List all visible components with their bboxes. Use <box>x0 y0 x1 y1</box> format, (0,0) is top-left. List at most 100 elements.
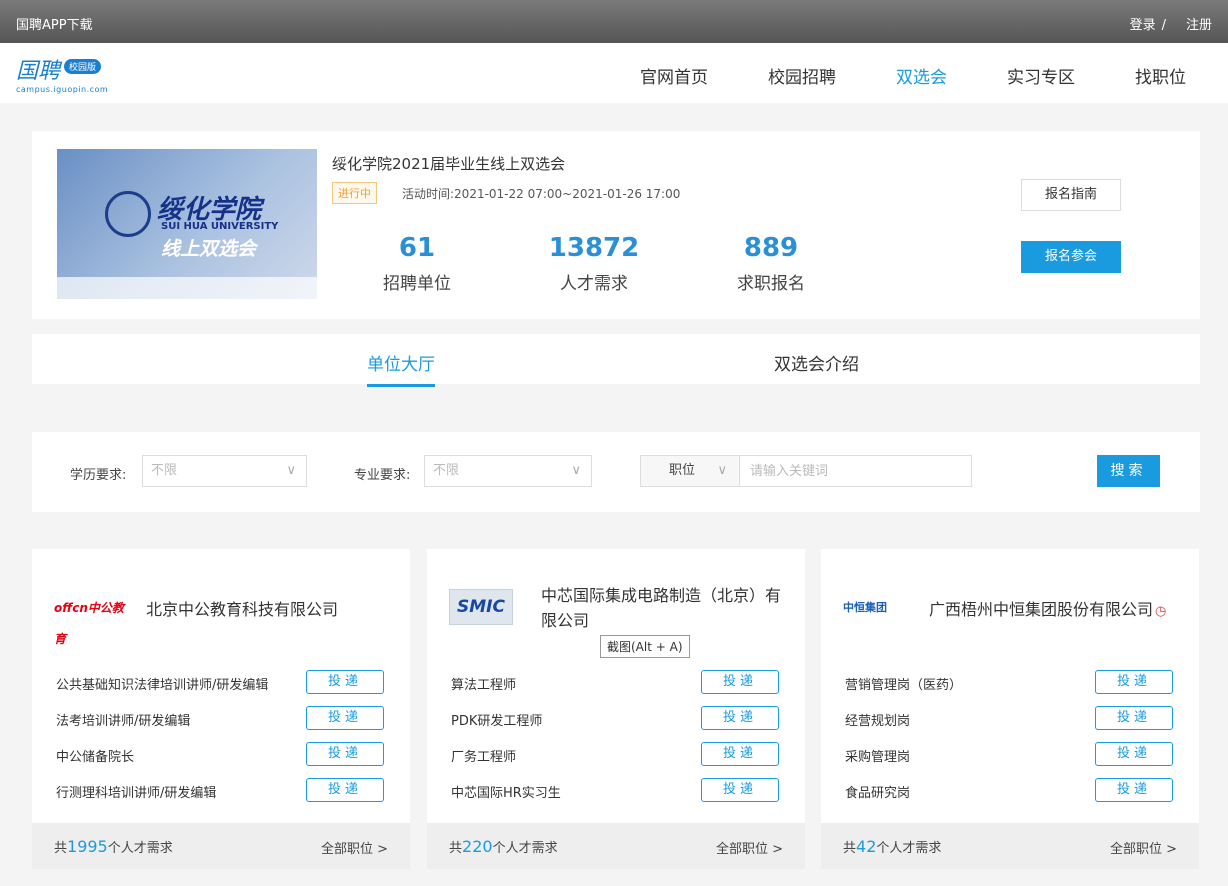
job-title[interactable]: 经营规划岗 <box>845 710 910 729</box>
company-name-text: 广西梧州中恒集团股份有限公司 <box>929 600 1154 619</box>
status-badge: 进行中 <box>332 182 377 204</box>
apply-button[interactable]: 投递 <box>306 778 384 802</box>
job-title[interactable]: 行测理科培训讲师/研发编辑 <box>56 782 216 801</box>
apply-button[interactable]: 投递 <box>701 742 779 766</box>
job-title[interactable]: PDK研发工程师 <box>451 710 542 729</box>
banner-school-en: SUI HUA UNIVERSITY <box>161 221 279 232</box>
company-logo: 中恒集团 <box>843 593 923 623</box>
tab-fair-intro[interactable]: 双选会介绍 <box>774 350 859 375</box>
job-title[interactable]: 营销管理岗（医药） <box>845 674 962 693</box>
demand-prefix: 共 <box>449 841 463 856</box>
chevron-down-icon: ∨ <box>571 463 581 478</box>
chevron-down-icon: ∨ <box>286 463 296 478</box>
nav-item-home[interactable]: 官网首页 <box>640 63 708 88</box>
job-row: 算法工程师 投递 <box>451 670 781 694</box>
all-jobs-link[interactable]: 全部职位 > <box>1110 838 1177 857</box>
company-card: 中恒集团 广西梧州中恒集团股份有限公司 ◷ 营销管理岗（医药） 投递 经营规划岗 … <box>821 549 1199 869</box>
stat-value: 13872 <box>548 233 640 263</box>
top-bar: 国聘APP下载 登录 / 注册 <box>0 0 1228 43</box>
company-name[interactable]: 北京中公教育科技有限公司 <box>146 597 386 622</box>
company-footer: 共220个人才需求 全部职位 > <box>427 823 805 869</box>
job-row: 厂务工程师 投递 <box>451 742 781 766</box>
job-title[interactable]: 食品研究岗 <box>845 782 910 801</box>
job-row: 食品研究岗 投递 <box>845 778 1175 802</box>
apply-button[interactable]: 投递 <box>306 742 384 766</box>
event-banner: 绥化学院 SUI HUA UNIVERSITY 线上双选会 <box>57 149 317 299</box>
event-panel: 绥化学院 SUI HUA UNIVERSITY 线上双选会 绥化学院2021届毕… <box>32 131 1200 319</box>
all-jobs-link[interactable]: 全部职位 > <box>321 838 388 857</box>
major-label: 专业要求: <box>354 468 411 483</box>
apply-button[interactable]: 投递 <box>1095 706 1173 730</box>
apply-button[interactable]: 投递 <box>701 778 779 802</box>
apply-button[interactable]: 投递 <box>701 670 779 694</box>
stat-label: 招聘单位 <box>383 274 451 294</box>
search-type-select[interactable]: 职位 ∨ <box>640 455 740 487</box>
logo-url: campus.iguopin.com <box>16 85 109 94</box>
banner-footer-strip <box>57 277 317 299</box>
apply-button[interactable]: 投递 <box>306 670 384 694</box>
clock-icon: ◷ <box>1155 604 1167 619</box>
content-tabs: 单位大厅 双选会介绍 <box>32 334 1200 387</box>
education-select[interactable]: 不限 ∨ <box>142 455 307 487</box>
apply-button[interactable]: 投递 <box>1095 778 1173 802</box>
job-row: 营销管理岗（医药） 投递 <box>845 670 1175 694</box>
offcn-logo-text: offcn中公教育 <box>54 601 124 646</box>
nav-item-internship[interactable]: 实习专区 <box>1007 63 1075 88</box>
site-logo[interactable]: 国聘 校园版 campus.iguopin.com <box>16 53 109 95</box>
register-attend-button[interactable]: 报名参会 <box>1021 241 1121 273</box>
nav-menu: 官网首页 校园招聘 双选会 实习专区 找职位 <box>640 63 1186 88</box>
major-select[interactable]: 不限 ∨ <box>424 455 592 487</box>
job-row: PDK研发工程师 投递 <box>451 706 781 730</box>
apply-button[interactable]: 投递 <box>306 706 384 730</box>
registration-guide-button[interactable]: 报名指南 <box>1021 179 1121 211</box>
job-row: 经营规划岗 投递 <box>845 706 1175 730</box>
demand-prefix: 共 <box>843 841 857 856</box>
stat-applicants: 889 求职报名 <box>701 233 841 294</box>
company-name[interactable]: 中芯国际集成电路制造（北京）有限公司 <box>541 583 781 633</box>
auth-links: 登录 / 注册 <box>1124 14 1212 33</box>
education-value: 不限 <box>151 463 178 478</box>
demand-number: 42 <box>856 837 877 856</box>
banner-subtitle: 线上双选会 <box>161 238 257 260</box>
tab-units-hall[interactable]: 单位大厅 <box>367 350 435 387</box>
screenshot-tooltip: 截图(Alt + A) <box>600 635 690 658</box>
job-title[interactable]: 厂务工程师 <box>451 746 516 765</box>
zhongheng-logo-text: 中恒集团 <box>843 601 887 614</box>
job-title[interactable]: 采购管理岗 <box>845 746 910 765</box>
apply-button[interactable]: 投递 <box>701 706 779 730</box>
nav-item-campus[interactable]: 校园招聘 <box>768 63 836 88</box>
register-link[interactable]: 注册 <box>1186 18 1212 33</box>
education-label: 学历要求: <box>70 468 127 483</box>
company-card: offcn中公教育 北京中公教育科技有限公司 公共基础知识法律培训讲师/研发编辑… <box>32 549 410 869</box>
stat-value: 61 <box>398 233 436 263</box>
login-link[interactable]: 登录 <box>1130 18 1156 33</box>
stat-label: 人才需求 <box>560 274 628 294</box>
job-title[interactable]: 算法工程师 <box>451 674 516 693</box>
demand-suffix: 个人才需求 <box>107 841 173 856</box>
major-value: 不限 <box>433 463 460 478</box>
keyword-input[interactable] <box>740 455 972 487</box>
apply-button[interactable]: 投递 <box>1095 742 1173 766</box>
nav-item-job-fair[interactable]: 双选会 <box>896 63 947 88</box>
job-title[interactable]: 中芯国际HR实习生 <box>451 782 561 801</box>
demand-suffix: 个人才需求 <box>492 841 558 856</box>
company-header[interactable]: 中恒集团 广西梧州中恒集团股份有限公司 ◷ <box>821 549 1199 664</box>
stat-units: 61 招聘单位 <box>347 233 487 294</box>
event-time: 活动时间:2021-01-22 07:00~2021-01-26 17:00 <box>402 187 681 201</box>
job-title[interactable]: 中公储备院长 <box>56 746 134 765</box>
company-name[interactable]: 广西梧州中恒集团股份有限公司 ◷ <box>929 597 1169 624</box>
demand-count: 共42个人才需求 <box>843 837 941 856</box>
logo-badge: 校园版 <box>64 59 102 74</box>
demand-prefix: 共 <box>54 841 68 856</box>
search-button[interactable]: 搜索 <box>1097 455 1160 487</box>
stat-demand: 13872 人才需求 <box>524 233 664 294</box>
all-jobs-link[interactable]: 全部职位 > <box>716 838 783 857</box>
stat-value: 889 <box>743 233 799 263</box>
job-row: 法考培训讲师/研发编辑 投递 <box>56 706 386 730</box>
nav-item-find-job[interactable]: 找职位 <box>1135 63 1186 88</box>
apply-button[interactable]: 投递 <box>1095 670 1173 694</box>
app-download-link[interactable]: 国聘APP下载 <box>16 14 93 33</box>
job-title[interactable]: 法考培训讲师/研发编辑 <box>56 710 190 729</box>
job-title[interactable]: 公共基础知识法律培训讲师/研发编辑 <box>56 674 268 693</box>
company-header[interactable]: offcn中公教育 北京中公教育科技有限公司 <box>32 549 410 664</box>
